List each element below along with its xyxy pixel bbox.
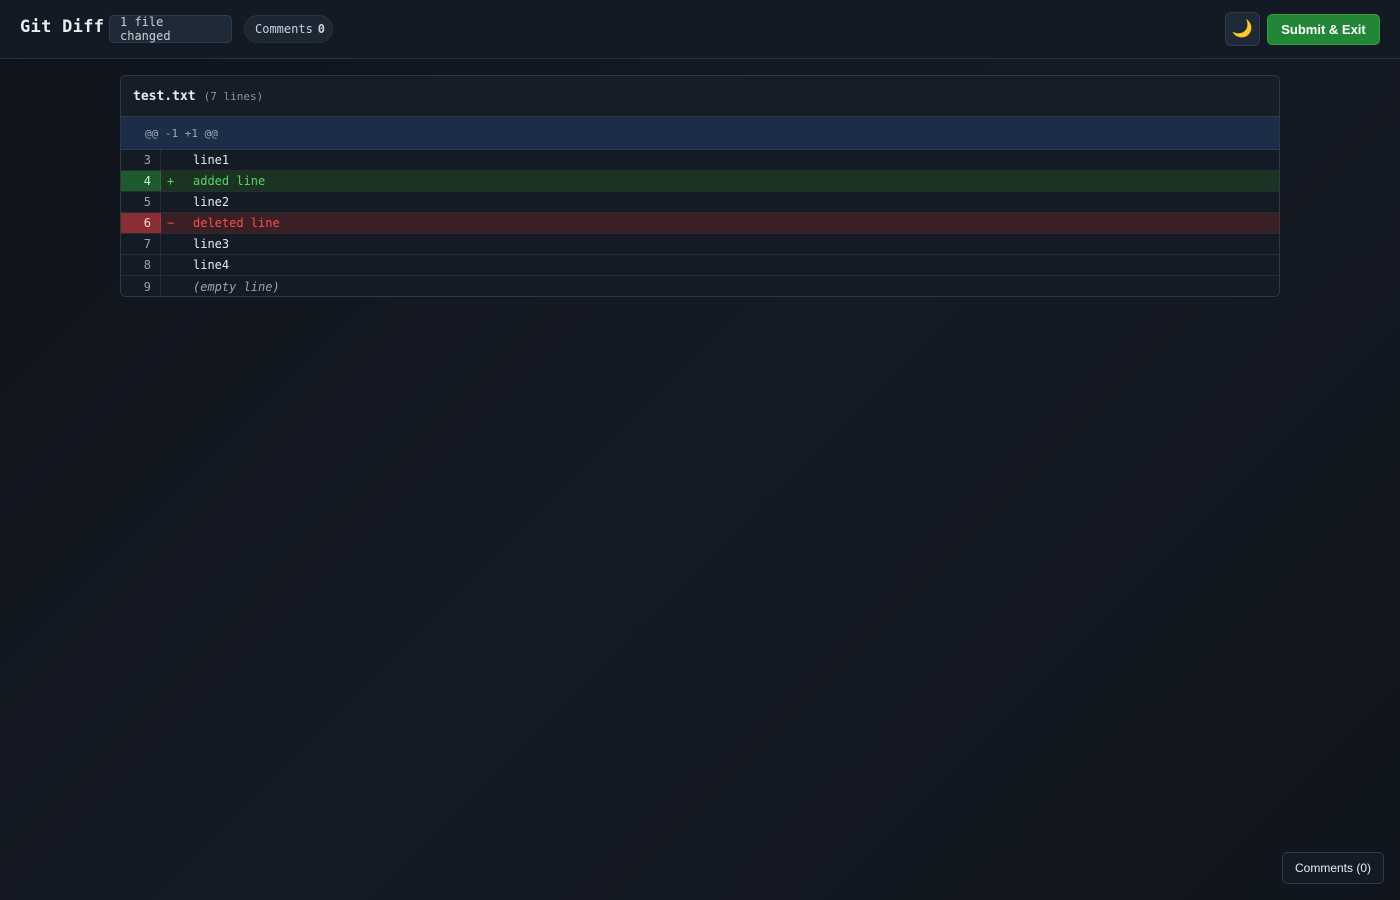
diff-marker-plus: + <box>167 174 175 188</box>
diff-line[interactable]: 5 line2 <box>121 192 1279 213</box>
comments-badge-label: Comments <box>255 22 313 36</box>
files-changed-badge: 1 file changed <box>109 15 232 43</box>
line-content: (empty line) <box>193 279 280 294</box>
line-content: line3 <box>193 237 230 251</box>
diff-line[interactable]: 3 line1 <box>121 150 1279 171</box>
moon-icon: 🌙 <box>1231 19 1254 38</box>
diff-marker-minus: − <box>167 216 175 230</box>
line-content: line1 <box>193 153 230 167</box>
file-line-count: (7 lines) <box>203 89 264 103</box>
line-number[interactable]: 8 <box>121 255 161 275</box>
file-name: test.txt <box>133 88 196 104</box>
submit-exit-button[interactable]: Submit & Exit <box>1267 14 1380 45</box>
theme-toggle-button[interactable]: 🌙 <box>1225 12 1260 46</box>
line-content: added line <box>193 174 266 188</box>
top-bar: Git Diff 1 file changed Comments 0 🌙 Sub… <box>0 0 1400 59</box>
file-header[interactable]: test.txt (7 lines) <box>121 76 1279 117</box>
diff-line[interactable]: 7 line3 <box>121 234 1279 255</box>
line-number[interactable]: 6 <box>121 213 161 233</box>
line-number[interactable]: 4 <box>121 171 161 191</box>
line-content: line2 <box>193 195 230 209</box>
comments-badge-count: 0 <box>317 22 326 36</box>
line-number[interactable]: 3 <box>121 150 161 170</box>
line-content: deleted line <box>193 216 280 230</box>
file-diff-card: test.txt (7 lines) @@ -1 +1 @@ 3 line1 4… <box>120 75 1280 297</box>
line-content: line4 <box>193 258 230 272</box>
diff-line-empty[interactable]: 9 (empty line) <box>121 276 1279 296</box>
hunk-header: @@ -1 +1 @@ <box>121 117 1279 150</box>
diff-line-added[interactable]: 4 + added line <box>121 171 1279 192</box>
line-number[interactable]: 5 <box>121 192 161 212</box>
comments-panel-button[interactable]: Comments (0) <box>1282 852 1384 884</box>
diff-line[interactable]: 8 line4 <box>121 255 1279 276</box>
app-title: Git Diff <box>20 17 105 37</box>
line-number[interactable]: 9 <box>121 276 161 296</box>
diff-line-deleted[interactable]: 6 − deleted line <box>121 213 1279 234</box>
line-number[interactable]: 7 <box>121 234 161 254</box>
comments-count-badge[interactable]: Comments 0 <box>244 15 333 43</box>
